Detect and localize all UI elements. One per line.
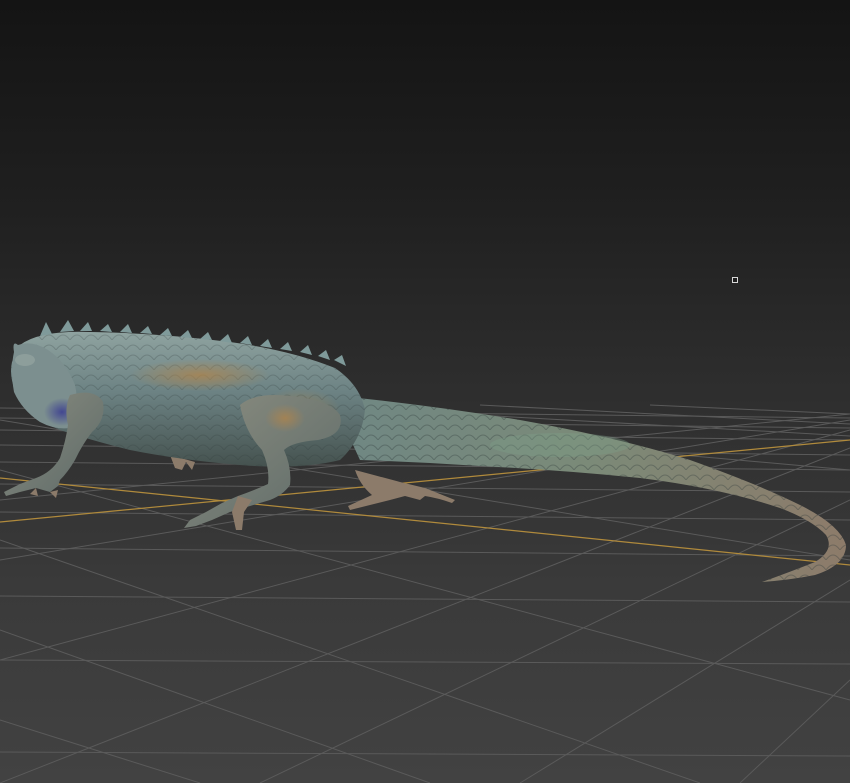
selection-pivot-icon[interactable] — [732, 277, 738, 283]
far-hind-leg — [348, 470, 455, 510]
3d-viewport[interactable] — [0, 0, 850, 783]
scene-canvas[interactable] — [0, 0, 850, 783]
lizard-model[interactable] — [4, 320, 846, 582]
